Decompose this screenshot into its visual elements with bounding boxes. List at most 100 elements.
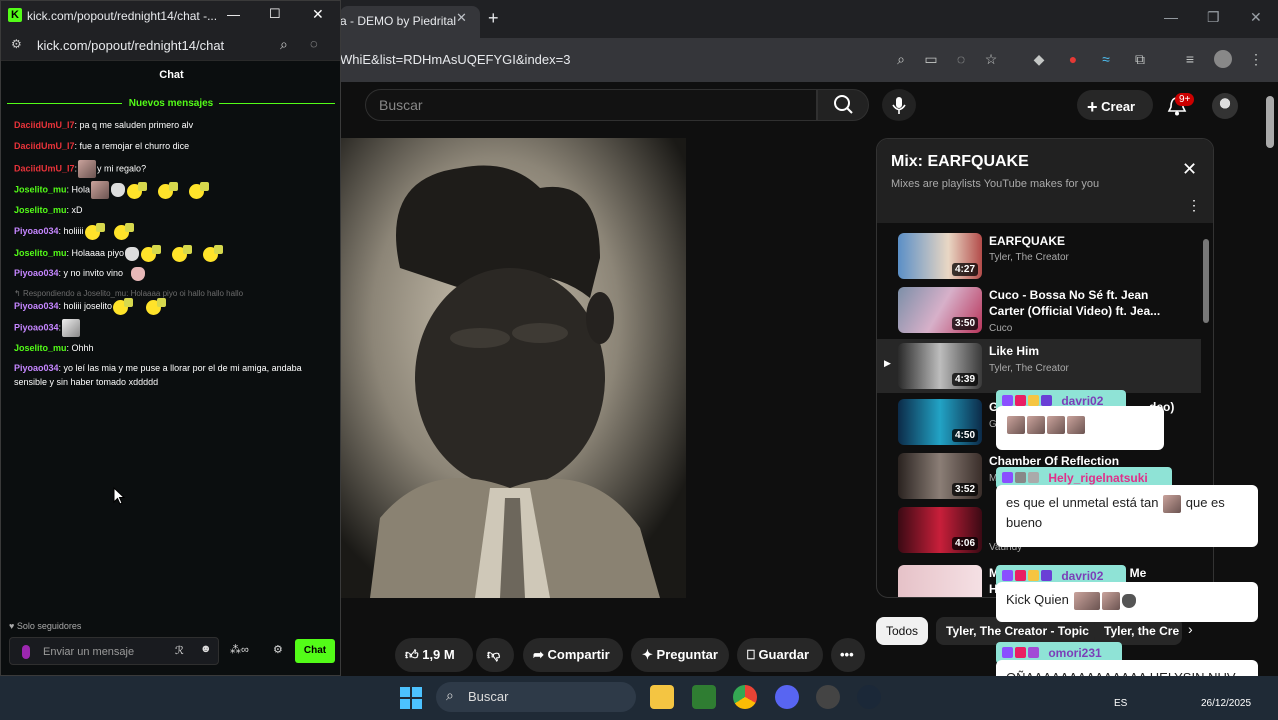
taskbar-search[interactable]: ⌕ Buscar <box>436 682 636 712</box>
chat-username[interactable]: Piyoao034 <box>14 268 59 278</box>
emote-image <box>1007 415 1025 434</box>
media-control-icon[interactable]: ≡ <box>1181 50 1199 68</box>
more-options-icon[interactable]: ⋮ <box>1187 197 1201 214</box>
video-thumbnail <box>898 565 982 597</box>
mix-header: Mix: EARFQUAKE Mixes are playlists YouTu… <box>877 139 1213 223</box>
hide-icon[interactable]: ◌ <box>952 50 970 68</box>
badge-heart-icon <box>1015 395 1026 406</box>
minecraft-icon[interactable] <box>692 685 716 709</box>
search-input[interactable]: Buscar <box>365 89 817 121</box>
tab-close-icon[interactable]: ✕ <box>456 10 467 26</box>
save-button[interactable]: ⎕ Guardar <box>737 638 823 672</box>
video-thumbnail: 3:52 <box>898 453 982 499</box>
share-button[interactable]: ➦ Compartir <box>523 638 623 672</box>
zoom-icon[interactable]: ⌕ <box>892 50 910 68</box>
taskbar-date[interactable]: 26/12/2025 <box>1201 698 1251 709</box>
emote-image <box>1067 415 1085 434</box>
maximize-icon[interactable]: ☐ <box>269 6 281 22</box>
chat-username[interactable]: Joselito_mu <box>14 184 67 194</box>
playlist-item[interactable]: 4:27 EARFQUAKE Tyler, The Creator <box>877 229 1201 283</box>
browser-url[interactable]: WhiE&list=RDHmAsUQEFYGI&index=3 <box>340 52 570 67</box>
playlist-scrollbar[interactable] <box>1203 239 1209 323</box>
extension-red-icon[interactable]: ● <box>1064 50 1082 68</box>
minimize-icon[interactable]: — <box>1164 9 1178 25</box>
search-button[interactable] <box>817 89 869 121</box>
close-icon[interactable]: ✕ <box>312 6 324 23</box>
emote-smile <box>113 298 135 315</box>
more-actions-button[interactable]: ••• <box>831 638 865 672</box>
kick-url[interactable]: kick.com/popout/rednight14/chat <box>37 38 224 53</box>
chat-username[interactable]: Piyoao034 <box>14 363 59 373</box>
playlist-item[interactable]: 3:50 Cuco - Bossa No Sé ft. Jean Carter … <box>877 283 1201 337</box>
emote-cat <box>125 246 140 261</box>
chat-username[interactable]: DaciidUmU_I7 <box>14 120 75 130</box>
minimize-icon[interactable]: — <box>227 7 240 22</box>
chat-username[interactable]: Piyoao034 <box>14 322 59 332</box>
chat-username[interactable]: Joselito_mu <box>14 248 67 258</box>
thumbs-down-icon: 👎︎ <box>487 647 501 662</box>
extension-icon[interactable]: ◆ <box>1030 50 1048 68</box>
chat-header: Chat <box>159 69 184 81</box>
emote-image <box>1163 494 1182 513</box>
send-chat-button[interactable]: Chat <box>295 639 335 663</box>
chat-username[interactable]: Joselito_mu <box>14 343 67 353</box>
chat-username[interactable]: DaciidUmU_I7 <box>14 163 75 173</box>
dislike-button[interactable]: 👎︎ <box>476 638 514 672</box>
video-thumbnail: 4:39 <box>898 343 982 389</box>
reply-icon: ↰ <box>14 289 21 298</box>
emoji-icon[interactable]: ☻ <box>200 643 212 655</box>
zoom-icon[interactable]: ⌕ <box>280 36 288 53</box>
chat-text: : y no invito vino <box>58 268 124 278</box>
emote-image <box>1121 593 1136 608</box>
voice-search-button[interactable] <box>882 89 916 121</box>
language-indicator[interactable]: ES <box>1114 698 1127 709</box>
chat-username[interactable]: DaciidUmU_I7 <box>14 141 75 151</box>
discord-icon[interactable] <box>775 685 799 709</box>
playlist-item-current[interactable]: ▶ 4:39 Like Him Tyler, The Creator <box>877 339 1201 393</box>
voice-icon[interactable] <box>22 645 30 659</box>
bookmark-star-icon[interactable]: ☆ <box>982 50 1000 68</box>
close-icon[interactable]: ✕ <box>1182 159 1197 180</box>
chevron-right-icon[interactable]: › <box>1188 621 1193 637</box>
community-points-icon[interactable]: ⁂∞ <box>230 643 249 656</box>
ask-button[interactable]: ✦ Preguntar <box>631 638 729 672</box>
chat-message-input[interactable] <box>43 644 173 660</box>
video-player[interactable] <box>340 138 686 598</box>
badge-icon <box>1002 570 1013 581</box>
cast-icon[interactable]: ▭ <box>922 50 940 68</box>
close-window-icon[interactable]: ✕ <box>1250 9 1262 26</box>
hide-icon[interactable]: ◌ <box>310 36 318 51</box>
file-explorer-icon[interactable] <box>650 685 674 709</box>
chip-todos[interactable]: Todos <box>876 617 929 645</box>
video-artist: Tyler, The Creator <box>989 363 1069 374</box>
page-scrollbar[interactable] <box>1266 96 1274 148</box>
chat-text: : fue a remojar el churro dice <box>74 141 190 151</box>
extensions-puzzle-icon[interactable]: ⧉ <box>1131 50 1149 68</box>
chrome-icon[interactable] <box>733 685 757 709</box>
chat-message: DaciidUmU_I7: y mi regalo? <box>14 160 146 178</box>
chat-username[interactable]: Joselito_mu <box>14 205 67 215</box>
obs-icon[interactable] <box>816 685 840 709</box>
taskbar: ⌕ Buscar ES 26/12/2025 <box>0 676 1278 720</box>
steam-icon[interactable] <box>857 685 881 709</box>
chat-username[interactable]: Piyoao034 <box>14 301 59 311</box>
account-avatar[interactable] <box>1212 93 1238 119</box>
profile-avatar-icon[interactable] <box>1214 50 1232 68</box>
chat-text: : <box>74 163 78 174</box>
like-button[interactable]: 👍︎ 1,9 M <box>395 638 473 672</box>
chat-username[interactable]: Piyoao034 <box>14 226 59 236</box>
windows-start-icon[interactable] <box>399 686 423 710</box>
badge-icon <box>1028 570 1039 581</box>
emote-smile <box>84 223 107 240</box>
create-button[interactable]: + Crear <box>1077 90 1153 120</box>
site-settings-icon[interactable]: ⚙ <box>11 37 22 51</box>
translate-icon[interactable]: ≈ <box>1097 50 1115 68</box>
kick-address-bar: ⚙ kick.com/popout/rednight14/chat ⌕ ◌ <box>1 31 340 61</box>
followers-only-notice: ♥ Solo seguidores <box>9 621 81 631</box>
restore-icon[interactable]: ❐ <box>1207 9 1220 26</box>
kick-window-title: kick.com/popout/rednight14/chat -... <box>27 9 218 23</box>
new-tab-icon[interactable]: + <box>488 8 499 29</box>
chat-settings-icon[interactable]: ⚙ <box>273 643 283 656</box>
translate-icon[interactable]: ℛ <box>175 644 184 657</box>
browser-menu-icon[interactable]: ⋮ <box>1247 50 1265 68</box>
